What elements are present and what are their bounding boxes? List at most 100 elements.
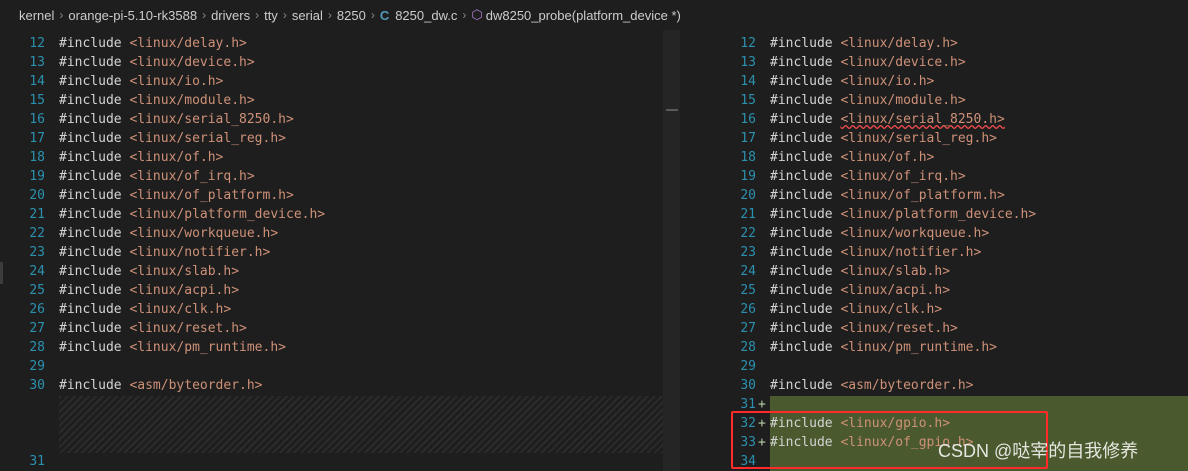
code-line[interactable]: 19 #include <linux/of_irq.h> — [0, 167, 663, 186]
include-directive: #include — [59, 93, 130, 108]
code-line[interactable]: 16 #include <linux/serial_8250.h> — [0, 110, 663, 129]
code-line[interactable]: 27 #include <linux/reset.h> — [0, 319, 663, 338]
code-line[interactable]: 31 — [0, 452, 663, 471]
code-line[interactable]: 13 #include <linux/device.h> — [0, 53, 663, 72]
code-line[interactable]: 25 #include <linux/acpi.h> — [0, 281, 663, 300]
code-text: #include <linux/of.h> — [770, 148, 934, 167]
breadcrumb-8250[interactable]: 8250 — [337, 8, 366, 23]
code-line[interactable]: 20 #include <linux/of_platform.h> — [0, 186, 663, 205]
code-text: #include <asm/byteorder.h> — [770, 376, 974, 395]
include-directive: #include — [59, 245, 130, 260]
line-number: 25 — [29, 283, 45, 298]
breadcrumb-serial[interactable]: serial — [292, 8, 323, 23]
include-path: <linux/serial_reg.h> — [840, 131, 997, 146]
diff-modified-pane[interactable]: 11*/12#include <linux/delay.h>13#include… — [711, 30, 1188, 471]
code-line[interactable]: 28 #include <linux/pm_runtime.h> — [711, 338, 1188, 357]
code-line[interactable]: 12 #include <linux/delay.h> — [0, 34, 663, 53]
overview-ruler[interactable] — [663, 30, 680, 471]
line-number: 16 — [29, 112, 45, 127]
code-line[interactable]: 26 #include <linux/clk.h> — [0, 300, 663, 319]
code-line[interactable]: 14 #include <linux/io.h> — [711, 72, 1188, 91]
code-text: #include <linux/delay.h> — [770, 34, 958, 53]
include-directive: #include — [770, 264, 841, 279]
code-line[interactable]: 29 — [0, 357, 663, 376]
code-line[interactable]: 18 #include <linux/of.h> — [0, 148, 663, 167]
diff-placeholder-hatch — [59, 396, 663, 453]
code-line[interactable]: 24 #include <linux/slab.h> — [711, 262, 1188, 281]
code-line[interactable]: 27 #include <linux/reset.h> — [711, 319, 1188, 338]
include-path: <linux/delay.h> — [840, 36, 958, 51]
code-text: #include <linux/serial_reg.h> — [770, 129, 997, 148]
breadcrumb-symbol[interactable]: dw8250_probe(platform_device *) — [486, 8, 681, 23]
include-path: <linux/of_platform.h> — [840, 188, 1005, 203]
code-line[interactable]: 14 #include <linux/io.h> — [0, 72, 663, 91]
include-path: <linux/of_irq.h> — [840, 169, 966, 184]
include-directive: #include — [59, 264, 130, 279]
include-path: <linux/module.h> — [129, 93, 255, 108]
method-icon: ⬡ — [471, 7, 483, 22]
code-line[interactable]: 23 #include <linux/notifier.h> — [711, 243, 1188, 262]
code-line[interactable]: 15 #include <linux/module.h> — [0, 91, 663, 110]
code-text: #include <linux/of_irq.h> — [59, 167, 255, 186]
include-directive: #include — [770, 93, 841, 108]
code-line[interactable]: 12 #include <linux/delay.h> — [711, 34, 1188, 53]
code-line[interactable]: 17 #include <linux/serial_reg.h> — [0, 129, 663, 148]
include-directive: #include — [59, 321, 130, 336]
code-text: #include <linux/of_platform.h> — [770, 186, 1005, 205]
line-number: 31 — [29, 454, 45, 469]
code-line[interactable]: 17 #include <linux/serial_reg.h> — [711, 129, 1188, 148]
code-line[interactable]: 15 #include <linux/module.h> — [711, 91, 1188, 110]
line-number: 30 — [740, 378, 756, 393]
line-number: 13 — [740, 55, 756, 70]
include-directive: #include — [770, 378, 841, 393]
include-path: <linux/serial_reg.h> — [129, 131, 286, 146]
include-directive: #include — [770, 169, 841, 184]
line-number: 28 — [29, 340, 45, 355]
breadcrumb-repo[interactable]: orange-pi-5.10-rk3588 — [68, 8, 197, 23]
include-directive: #include — [770, 207, 841, 222]
chevron-right-icon: › — [255, 8, 260, 22]
code-line[interactable]: 25 #include <linux/acpi.h> — [711, 281, 1188, 300]
diff-original-pane[interactable]: /12#include <linux/delay.h>13#include <l… — [0, 30, 663, 471]
code-text: #include <linux/device.h> — [59, 53, 255, 72]
code-line[interactable]: 26 #include <linux/clk.h> — [711, 300, 1188, 319]
include-path: <linux/io.h> — [129, 74, 224, 89]
code-line[interactable]: 21 #include <linux/platform_device.h> — [0, 205, 663, 224]
watermark: CSDN @哒宰的自我修养 — [938, 441, 1139, 461]
code-line[interactable]: 28 #include <linux/pm_runtime.h> — [0, 338, 663, 357]
breadcrumb-kernel[interactable]: kernel — [19, 8, 54, 23]
code-line[interactable]: 23 #include <linux/notifier.h> — [0, 243, 663, 262]
include-path: <linux/clk.h> — [129, 302, 232, 317]
code-line[interactable]: 18 #include <linux/of.h> — [711, 148, 1188, 167]
overview-ruler-marker — [666, 109, 678, 111]
code-line[interactable]: 20 #include <linux/of_platform.h> — [711, 186, 1188, 205]
line-number: 15 — [29, 93, 45, 108]
include-path: <linux/notifier.h> — [129, 245, 271, 260]
code-text: #include <linux/platform_device.h> — [770, 205, 1036, 224]
code-line[interactable]: 13 #include <linux/device.h> — [711, 53, 1188, 72]
include-path: <linux/reset.h> — [129, 321, 247, 336]
include-directive: #include — [59, 283, 130, 298]
code-line[interactable]: 21 #include <linux/platform_device.h> — [711, 205, 1188, 224]
include-path: <linux/clk.h> — [840, 302, 943, 317]
breadcrumb-drivers[interactable]: drivers — [211, 8, 250, 23]
code-line[interactable]: 24 #include <linux/slab.h> — [0, 262, 663, 281]
code-text: #include <linux/of_platform.h> — [59, 186, 294, 205]
code-line[interactable]: 16 #include <linux/serial_8250.h> — [711, 110, 1188, 129]
code-line[interactable]: 30 #include <asm/byteorder.h> — [711, 376, 1188, 395]
breadcrumb-file[interactable]: 8250_dw.c — [395, 8, 457, 23]
include-directive: #include — [770, 112, 841, 127]
code-line[interactable]: 29 — [711, 357, 1188, 376]
line-number: 25 — [740, 283, 756, 298]
code-text: #include <linux/slab.h> — [59, 262, 239, 281]
line-number: 12 — [29, 36, 45, 51]
code-text: #include <linux/serial_reg.h> — [59, 129, 286, 148]
code-text: #include <linux/clk.h> — [59, 300, 231, 319]
code-line[interactable]: 22 #include <linux/workqueue.h> — [0, 224, 663, 243]
breadcrumb-tty[interactable]: tty — [264, 8, 278, 23]
include-directive: #include — [770, 188, 841, 203]
code-line[interactable]: 30 #include <asm/byteorder.h> — [0, 376, 663, 395]
code-line[interactable]: 19 #include <linux/of_irq.h> — [711, 167, 1188, 186]
include-path: <linux/workqueue.h> — [129, 226, 279, 241]
code-line[interactable]: 22 #include <linux/workqueue.h> — [711, 224, 1188, 243]
